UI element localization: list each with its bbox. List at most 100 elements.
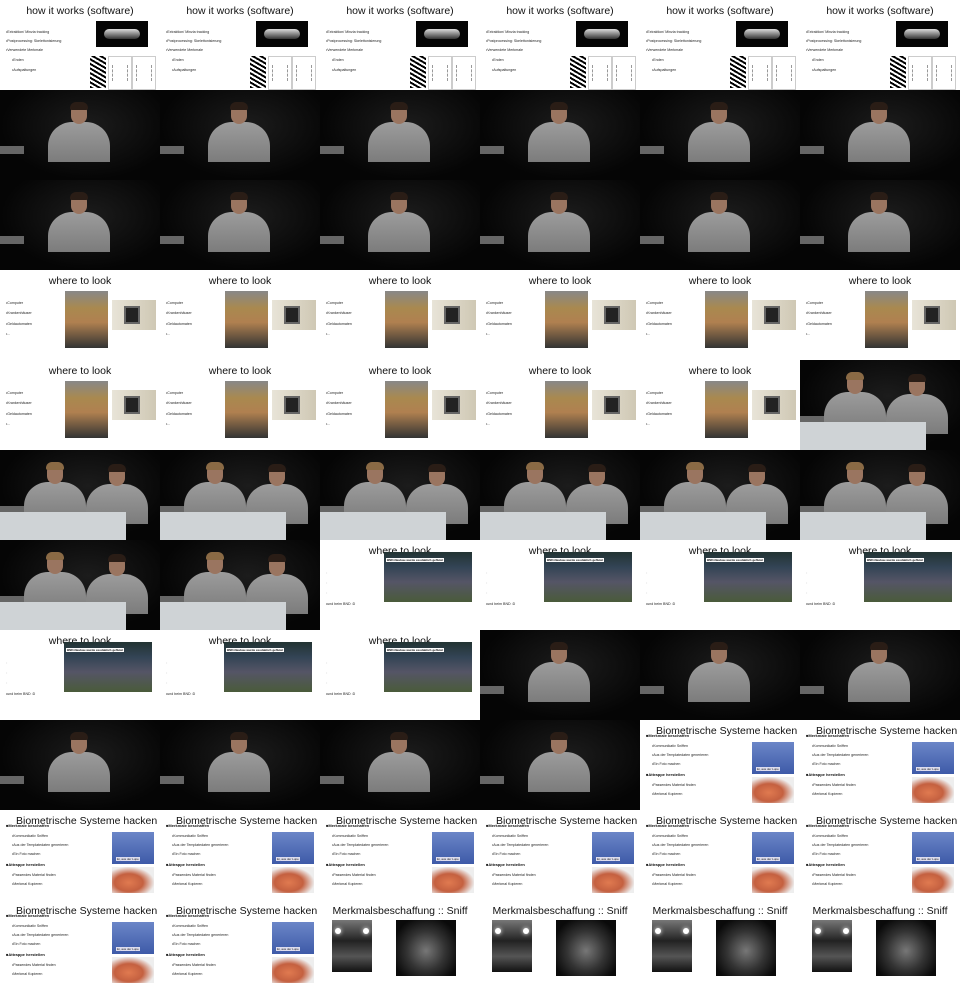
video-frame[interactable]: where to look Computer Krankenhäuser Geldau… [0,270,160,360]
photo-with-fingerprint: Ei, aus der Lupe [112,832,154,864]
photo-caption: Ei, aus der Lupe [276,857,300,861]
slide-title: where to look [208,365,272,377]
bullet-item: Kommunikativ Sniffen [332,834,368,838]
video-frame[interactable]: Biometrische Systeme hackenMerkmale besc… [640,720,800,810]
video-frame[interactable]: where to lookund beim BND :DBND-Neubau w… [480,540,640,630]
video-frame[interactable]: how it works (software) Extraktion/ Minzi… [800,0,960,90]
video-frame[interactable] [640,450,800,540]
video-frame[interactable]: where to lookund beim BND :DBND-Neubau w… [320,630,480,720]
video-frame[interactable] [160,540,320,630]
person [86,464,148,524]
bullet-item [6,671,7,675]
video-frame[interactable]: Biometrische Systeme hackenMerkmale besc… [480,810,640,900]
video-frame[interactable] [320,720,480,810]
video-frame[interactable]: where to lookund beim BND :DBND-Neubau w… [160,630,320,720]
video-frame[interactable] [0,720,160,810]
video-frame[interactable]: where to look Computer Krankenhäuser Geldau… [320,270,480,360]
video-frame[interactable]: how it works (software) Extraktion/ Minzi… [320,0,480,90]
video-frame[interactable]: Biometrische Systeme hackenMerkmale besc… [800,720,960,810]
bullet-item: Enden [332,58,343,62]
video-frame[interactable] [480,90,640,180]
bullet-item: Kommunikativ Sniffen [172,924,208,928]
video-frame[interactable] [800,180,960,270]
video-frame[interactable]: where to look Computer Krankenhäuser Geldau… [160,270,320,360]
person-body [688,212,750,252]
video-frame[interactable] [480,720,640,810]
bullet-item: Krankenhäuser [166,401,191,405]
video-frame[interactable]: Biometrische Systeme hackenMerkmale besc… [160,900,320,990]
desk [480,512,606,540]
video-frame[interactable]: where to look Computer Krankenhäuser Geldau… [800,270,960,360]
sensor-photo [332,920,372,972]
bullet-item: und beim BND :D [166,692,195,696]
video-frame[interactable]: Biometrische Systeme hackenMerkmale besc… [0,810,160,900]
video-frame[interactable]: how it works (software) Extraktion/ Minzi… [0,0,160,90]
video-frame[interactable]: where to lookund beim BND :DBND-Neubau w… [640,540,800,630]
bullet-item: Merkmale beschaffen [806,734,849,738]
video-frame[interactable]: where to look Computer Krankenhäuser Geldau… [640,270,800,360]
video-frame[interactable] [320,180,480,270]
bullet-item: Passendes Material finden [12,873,55,877]
video-frame[interactable]: Biometrische Systeme hackenMerkmale besc… [0,900,160,990]
video-frame[interactable] [160,90,320,180]
video-frame[interactable]: Biometrische Systeme hackenMerkmale besc… [320,810,480,900]
person-hair [70,732,88,740]
bullet-item: Computer [326,301,343,305]
video-frame[interactable]: Biometrische Systeme hackenMerkmale besc… [640,810,800,900]
video-frame[interactable]: where to lookund beim BND :DBND-Neubau w… [800,540,960,630]
news-screenshot: BND-Neubau wurde zeodaktich geflutet [384,642,472,692]
person-hair [428,464,446,472]
news-headline: BND-Neubau wurde zeodaktich geflutet [66,648,125,652]
video-frame[interactable] [800,450,960,540]
slide-title: where to look [528,275,592,287]
bullet-item: Enden [12,58,23,62]
video-frame[interactable] [160,180,320,270]
video-frame[interactable]: Merkmalsbeschaffung :: Sniff [480,900,640,990]
video-frame[interactable]: Merkmalsbeschaffung :: Sniff [320,900,480,990]
video-frame[interactable] [320,90,480,180]
video-frame[interactable] [480,450,640,540]
video-frame[interactable] [0,540,160,630]
bullet-item: Ein Foto machen [812,762,840,766]
bullet-item: Kommunikativ Sniffen [12,834,48,838]
video-frame[interactable]: where to look Computer Krankenhäuser Geldau… [480,270,640,360]
video-frame[interactable]: where to look Computer Krankenhäuser Geldau… [480,360,640,450]
person [208,102,270,162]
video-frame[interactable] [0,180,160,270]
video-frame[interactable] [800,90,960,180]
video-frame[interactable] [0,450,160,540]
video-frame[interactable]: where to look Computer Krankenhäuser Geldau… [0,360,160,450]
video-frame[interactable]: Merkmalsbeschaffung :: Sniff [640,900,800,990]
video-frame[interactable]: where to lookund beim BND :DBND-Neubau w… [320,540,480,630]
video-frame[interactable]: where to look Computer Krankenhäuser Geldau… [160,360,320,450]
person-body [208,752,270,792]
video-frame[interactable] [160,720,320,810]
video-frame[interactable] [160,450,320,540]
video-frame[interactable]: Biometrische Systeme hackenMerkmale besc… [160,810,320,900]
video-frame[interactable] [640,180,800,270]
bullet-item: Kommunikativ Sniffen [652,834,688,838]
video-frame[interactable] [320,450,480,540]
video-frame[interactable]: how it works (software) Extraktion/ Minzi… [640,0,800,90]
bullet-item: Attrappe herstellen [6,863,44,867]
video-frame[interactable] [800,360,960,450]
video-frame[interactable] [480,630,640,720]
slide-title: Merkmalsbeschaffung :: Sniff [332,905,468,917]
video-frame[interactable] [0,90,160,180]
video-frame[interactable]: where to look Computer Krankenhäuser Geldau… [320,360,480,450]
video-frame[interactable]: where to lookund beim BND :DBND-Neubau w… [0,630,160,720]
video-frame[interactable] [800,630,960,720]
slide-title: how it works (software) [666,5,774,17]
video-frame[interactable]: where to look Computer Krankenhäuser Geldau… [640,360,800,450]
bullet-item: Passendes Material finden [492,873,535,877]
bullet-item: Computer [6,391,23,395]
video-frame[interactable] [640,630,800,720]
person-hair [846,372,864,380]
bullet-item: Attrappe herstellen [326,863,364,867]
video-frame[interactable] [480,180,640,270]
video-frame[interactable]: how it works (software) Extraktion/ Minzi… [480,0,640,90]
video-frame[interactable] [640,90,800,180]
video-frame[interactable]: Biometrische Systeme hackenMerkmale besc… [800,810,960,900]
video-frame[interactable]: how it works (software) Extraktion/ Minzi… [160,0,320,90]
video-frame[interactable]: Merkmalsbeschaffung :: Sniff [800,900,960,990]
